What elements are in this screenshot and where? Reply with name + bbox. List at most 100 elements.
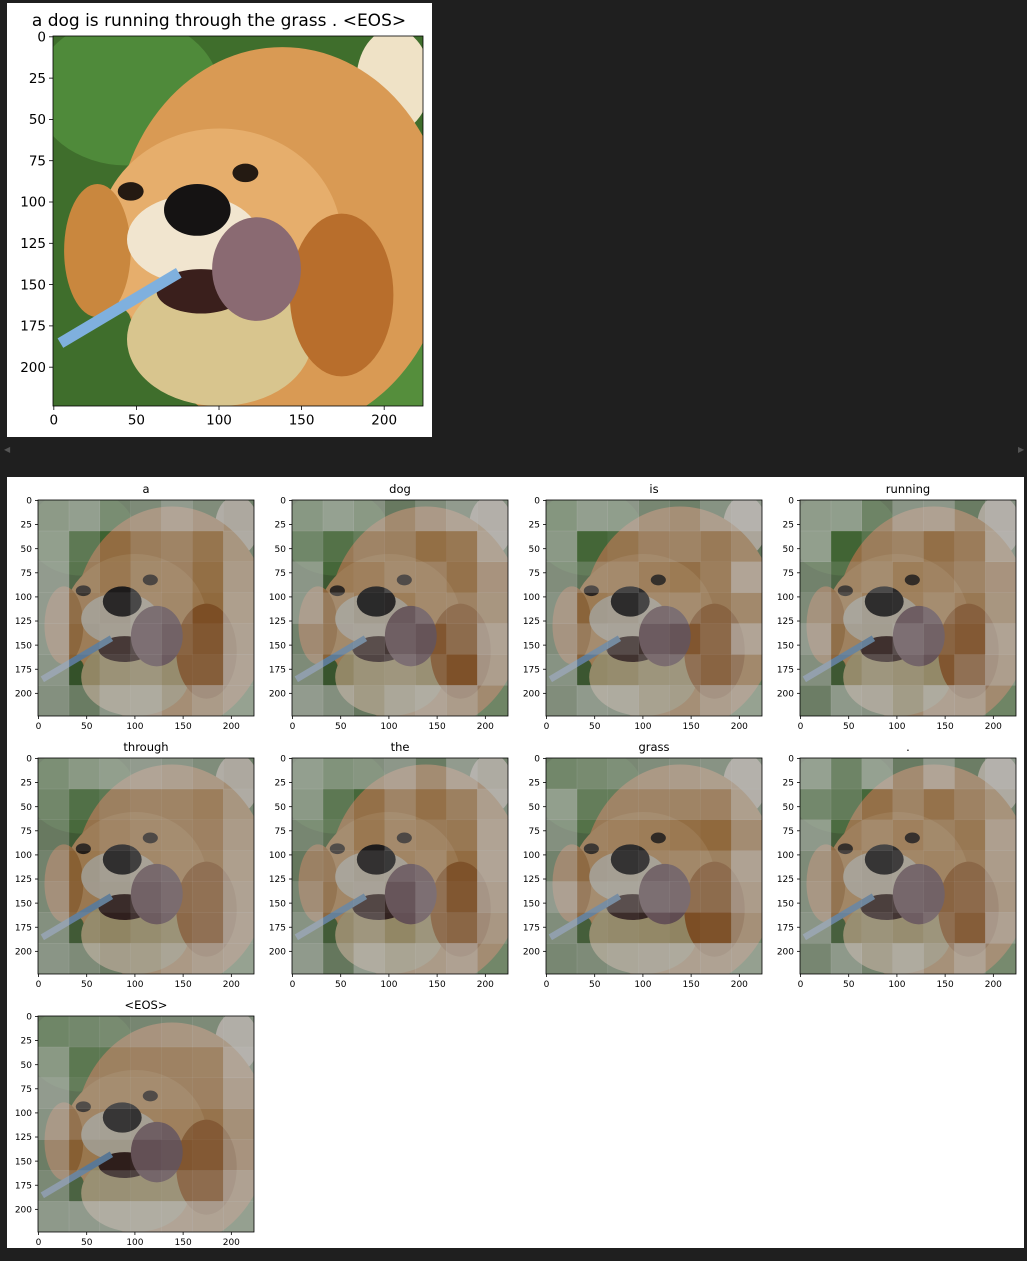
y-tick-label: 125 (20, 236, 46, 252)
x-tick-label: 50 (589, 980, 601, 990)
x-tick-label: 100 (126, 1238, 143, 1248)
subplot-title: a (142, 482, 149, 496)
x-tick-label: 100 (634, 722, 651, 732)
attention-grid-figure: a 0 25 50 75 100 125 150 175 200 0 50 100 150 200 dog 0 2… (7, 477, 1024, 1248)
y-tick-label: 125 (269, 617, 286, 627)
x-tick-label: 50 (81, 722, 93, 732)
y-tick-label: 200 (15, 947, 32, 957)
x-tick-label: 150 (683, 722, 700, 732)
x-tick-label: 200 (371, 413, 397, 429)
y-tick-label: 0 (26, 755, 32, 765)
y-tick-label: 25 (529, 521, 540, 531)
x-tick-label: 50 (128, 413, 145, 429)
attention-shade (38, 1016, 254, 1232)
y-tick-label: 0 (788, 755, 794, 765)
y-tick-label: 25 (29, 71, 46, 87)
x-tick-label: 200 (985, 980, 1002, 990)
y-tick-label: 25 (783, 779, 794, 789)
y-tick-label: 175 (523, 665, 540, 675)
y-tick-label: 200 (15, 689, 32, 699)
subplot-title: dog (389, 482, 411, 496)
y-tick-label: 150 (523, 641, 540, 651)
x-tick-label: 150 (937, 722, 954, 732)
y-tick-label: 50 (21, 1061, 33, 1071)
y-tick-label: 75 (21, 827, 32, 837)
y-tick-label: 75 (275, 827, 286, 837)
x-tick-label: 100 (634, 980, 651, 990)
dog-eye (232, 163, 259, 183)
attention-grid: a 0 25 50 75 100 125 150 175 200 0 50 100 150 200 dog 0 2… (15, 482, 1017, 1248)
x-tick-label: 50 (843, 722, 855, 732)
y-tick-label: 0 (26, 497, 32, 507)
y-tick-label: 25 (783, 521, 794, 531)
y-tick-label: 200 (777, 689, 794, 699)
subplot-title: <EOS> (125, 998, 168, 1012)
x-tick-label: 100 (206, 413, 232, 429)
x-tick-label: 200 (731, 980, 748, 990)
y-tick-label: 150 (15, 641, 32, 651)
dog-ear (64, 184, 131, 318)
x-tick-label: 100 (380, 980, 397, 990)
x-tick-label: 0 (798, 722, 804, 732)
y-tick-label: 175 (15, 1181, 32, 1191)
y-tick-label: 175 (777, 665, 794, 675)
x-tick-label: 0 (50, 413, 59, 429)
y-tick-label: 25 (275, 521, 286, 531)
y-tick-label: 75 (783, 827, 794, 837)
y-tick-label: 75 (29, 153, 46, 169)
y-tick-label: 125 (777, 617, 794, 627)
x-tick-label: 150 (175, 1238, 192, 1248)
y-tick-label: 25 (275, 779, 286, 789)
subplot-title: the (391, 740, 410, 754)
y-tick-label: 150 (777, 641, 794, 651)
x-tick-label: 200 (223, 1238, 240, 1248)
x-tick-label: 150 (429, 722, 446, 732)
x-tick-label: 100 (888, 722, 905, 732)
y-tick-label: 25 (21, 779, 32, 789)
x-tick-label: 100 (126, 722, 143, 732)
x-tick-label: 0 (36, 722, 42, 732)
scroll-right-icon[interactable]: ▶ (1018, 446, 1024, 454)
x-tick-label: 200 (477, 722, 494, 732)
x-tick-label: 0 (36, 1238, 42, 1248)
x-tick-label: 50 (335, 980, 347, 990)
y-tick-label: 50 (275, 803, 287, 813)
y-tick-label: 150 (15, 1157, 32, 1167)
y-tick-label: 150 (269, 899, 286, 909)
y-tick-label: 0 (37, 30, 46, 46)
y-tick-label: 75 (529, 827, 540, 837)
y-tick-label: 100 (20, 195, 46, 211)
x-tick-label: 150 (683, 980, 700, 990)
y-tick-label: 175 (269, 923, 286, 933)
x-tick-label: 0 (290, 980, 296, 990)
attention-shade (546, 500, 762, 716)
subplot-title: grass (638, 740, 669, 754)
captioned-image-figure: a dog is running through the grass . <EO… (7, 3, 432, 437)
y-tick-label: 50 (783, 803, 795, 813)
y-tick-label: 200 (269, 689, 286, 699)
attention-shade (38, 500, 254, 716)
subplot-title: running (886, 482, 930, 496)
y-tick-label: 125 (269, 875, 286, 885)
y-tick-label: 0 (26, 1013, 32, 1023)
y-tick-label: 50 (21, 803, 33, 813)
figure-title: a dog is running through the grass . <EO… (32, 11, 406, 31)
y-tick-label: 150 (20, 277, 46, 293)
x-tick-label: 150 (175, 722, 192, 732)
y-tick-label: 100 (15, 1109, 32, 1119)
scroll-left-icon[interactable]: ◀ (4, 446, 10, 454)
x-tick-label: 150 (937, 980, 954, 990)
y-tick-label: 150 (523, 899, 540, 909)
x-tick-label: 200 (223, 722, 240, 732)
x-tick-label: 100 (380, 722, 397, 732)
y-tick-label: 125 (523, 875, 540, 885)
y-tick-label: 100 (777, 851, 794, 861)
x-tick-label: 0 (544, 722, 550, 732)
x-tick-label: 0 (36, 980, 42, 990)
y-tick-label: 200 (269, 947, 286, 957)
x-tick-label: 0 (798, 980, 804, 990)
y-tick-label: 200 (15, 1205, 32, 1215)
y-tick-label: 0 (534, 755, 540, 765)
y-tick-label: 75 (529, 569, 540, 579)
y-tick-label: 50 (529, 545, 541, 555)
